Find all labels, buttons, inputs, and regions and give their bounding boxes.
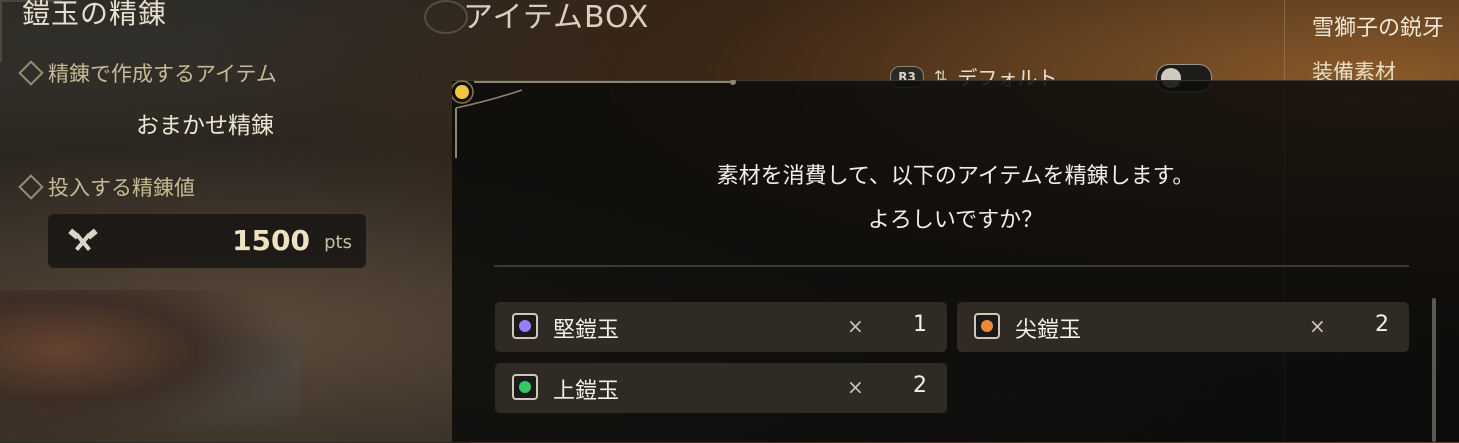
points-unit: pts bbox=[324, 232, 352, 253]
points-value: 1500 bbox=[232, 224, 310, 257]
material-item: 堅鎧玉 × 1 bbox=[495, 302, 947, 352]
confirm-dialog: 素材を消費して、以下のアイテムを精錬します。 よろしいですか？ 堅鎧玉 × 1 … bbox=[452, 80, 1459, 442]
material-item: 上鎧玉 × 2 bbox=[495, 363, 947, 413]
material-name: 堅鎧玉 bbox=[553, 318, 620, 343]
material-item: 尖鎧玉 × 2 bbox=[957, 302, 1409, 352]
multiply-symbol: × bbox=[847, 314, 864, 338]
multiply-symbol: × bbox=[847, 375, 864, 399]
multiply-symbol: × bbox=[1309, 314, 1326, 338]
points-label: 投入する精錬値 bbox=[48, 176, 195, 200]
diamond-bullet-icon bbox=[18, 174, 44, 200]
green-orb-icon bbox=[512, 374, 538, 400]
points-input-box[interactable]: 1500 pts bbox=[48, 214, 366, 268]
dialog-scrollbar[interactable] bbox=[1432, 298, 1436, 442]
material-qty: 1 bbox=[913, 312, 927, 337]
panel-title: 鎧玉の精錬 bbox=[22, 0, 168, 30]
detail-title: 雪獅子の鋭牙 bbox=[1312, 16, 1445, 41]
dialog-message-line2: よろしいですか？ bbox=[867, 208, 1044, 233]
refine-panel: 鎧玉の精錬 精錬で作成するアイテム おまかせ精錬 投入する精錬値 1500 pt… bbox=[0, 0, 420, 442]
itembox-ornament bbox=[424, 0, 468, 34]
hammers-icon bbox=[68, 228, 98, 251]
orange-orb-icon bbox=[974, 313, 1000, 339]
diamond-bullet-icon bbox=[18, 60, 44, 86]
craft-item-value[interactable]: おまかせ精錬 bbox=[0, 106, 410, 140]
dialog-message-line1: 素材を消費して、以下のアイテムを精錬します。 bbox=[716, 164, 1195, 189]
craft-label: 精錬で作成するアイテム bbox=[48, 62, 277, 86]
material-qty: 2 bbox=[913, 373, 927, 398]
itembox-title: アイテムBOX bbox=[463, 0, 650, 35]
points-section-label: 投入する精錬値 bbox=[18, 172, 195, 202]
blacksmith-scene bbox=[0, 290, 300, 442]
material-name: 上鎧玉 bbox=[553, 379, 620, 404]
dialog-separator bbox=[494, 265, 1409, 267]
material-qty: 2 bbox=[1375, 312, 1389, 337]
material-name: 尖鎧玉 bbox=[1015, 318, 1082, 343]
purple-orb-icon bbox=[512, 313, 538, 339]
craft-section-label: 精錬で作成するアイテム bbox=[18, 58, 277, 88]
dialog-corner-ornament bbox=[452, 80, 736, 158]
